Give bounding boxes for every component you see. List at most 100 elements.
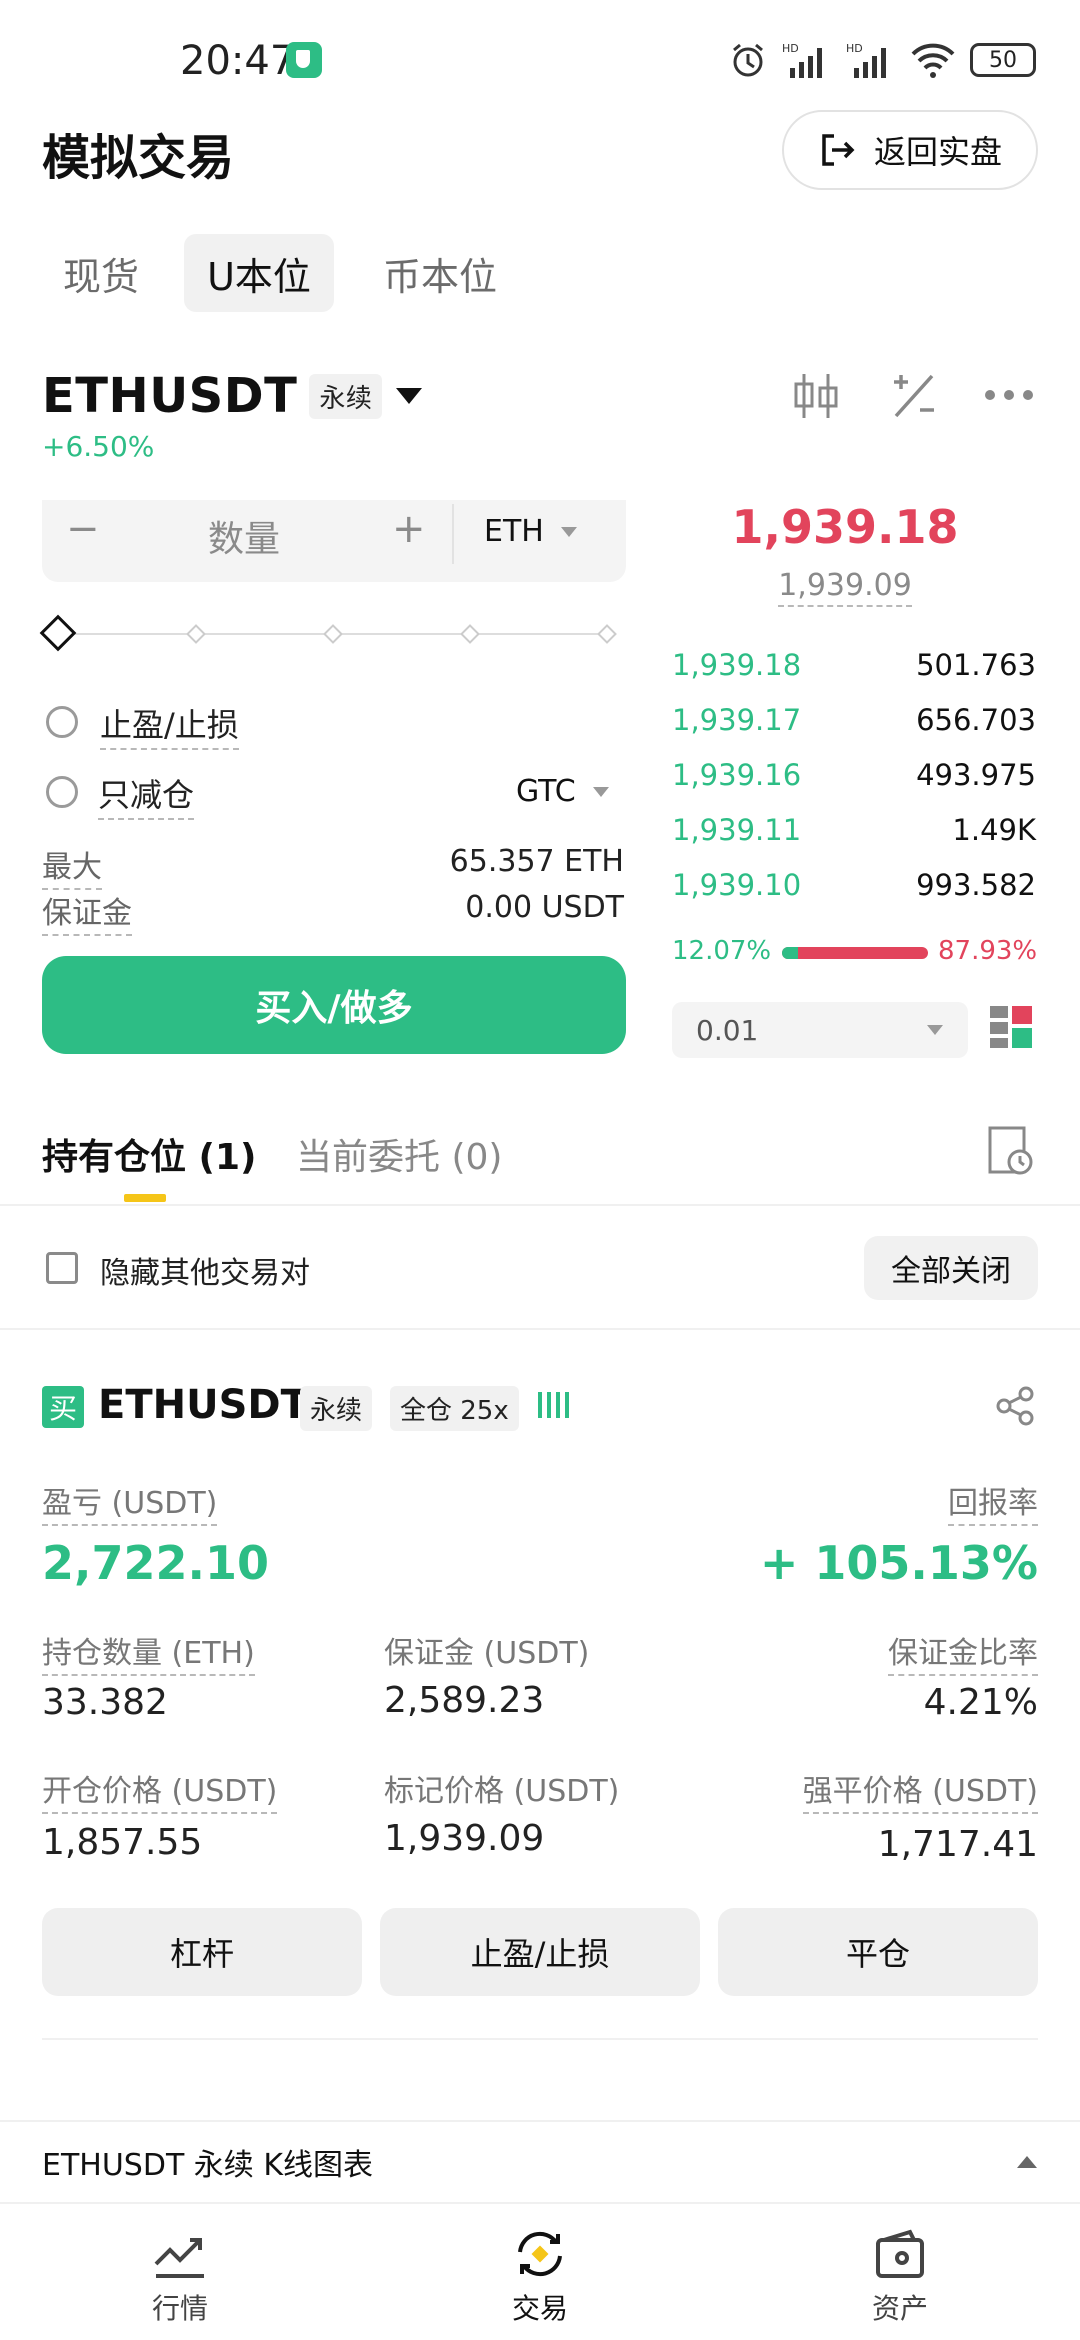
kline-chart-toggle[interactable]: ETHUSDT 永续 K线图表 [0, 2120, 1080, 2204]
reduce-only-label[interactable]: 只减仓 [98, 770, 195, 820]
bid-price: 1,939.18 [672, 648, 802, 682]
hide-other-pairs-checkbox[interactable] [46, 1252, 78, 1284]
share-icon[interactable] [996, 1386, 1036, 1426]
unit-select[interactable]: ETH [484, 514, 578, 549]
nav-assets[interactable]: 资产 [800, 2228, 1000, 2327]
tab-positions[interactable]: 持有仓位 (1) [42, 1128, 257, 1180]
margin-value: 0.00 USDT [465, 890, 624, 925]
symbol-name: ETHUSDT [42, 368, 298, 424]
bid-size: 656.703 [916, 703, 1036, 737]
orderbook-row[interactable]: 1,939.11 1.49K [672, 807, 1036, 853]
orderbook-row[interactable]: 1,939.10 993.582 [672, 862, 1036, 908]
tpsl-button[interactable]: 止盈/止损 [380, 1908, 700, 1996]
back-to-live-label: 返回实盘 [873, 133, 1002, 171]
nav-markets-label: 行情 [151, 2292, 208, 2325]
status-icons: HD HD 50 [728, 38, 1036, 82]
slider-step-50[interactable] [323, 624, 343, 644]
tab-coin-margined[interactable]: 币本位 [370, 234, 510, 312]
caret-down-icon [396, 388, 423, 404]
qty-minus-button[interactable]: − [66, 506, 100, 552]
caret-up-icon [1017, 2156, 1037, 2168]
history-icon[interactable] [988, 1126, 1034, 1176]
tpsl-label[interactable]: 止盈/止损 [100, 700, 239, 750]
mark-price[interactable]: 1,939.09 [660, 568, 1030, 607]
bid-size: 493.975 [916, 758, 1036, 792]
roe-label: 回报率 [948, 1478, 1038, 1526]
nav-assets-label: 资产 [871, 2292, 928, 2325]
mark-price-value: 1,939.09 [778, 568, 912, 607]
margin-ratio-label: 保证金比率 [888, 1628, 1038, 1676]
last-price: 1,939.18 [731, 500, 959, 554]
orderbook-row[interactable]: 1,939.16 493.975 [672, 752, 1036, 798]
nav-markets[interactable]: 行情 [80, 2228, 280, 2327]
divider [42, 2038, 1038, 2040]
more-icon[interactable] [984, 388, 1034, 402]
close-position-button[interactable]: 平仓 [718, 1908, 1038, 1996]
pnl-value: 2,722.10 [42, 1536, 269, 1590]
candlestick-chart-icon[interactable] [792, 370, 840, 422]
slider-step-25[interactable] [186, 624, 206, 644]
margin-label: 保证金 (USDT) [384, 1636, 590, 1671]
back-to-live-button[interactable]: 返回实盘 [782, 110, 1038, 190]
qty-plus-button[interactable]: + [392, 506, 426, 552]
page-title: 模拟交易 [42, 130, 235, 186]
quantity-stepper[interactable]: − 数量 + ETH [42, 500, 626, 582]
quantity-input[interactable]: 数量 [208, 510, 280, 562]
tab-open-orders[interactable]: 当前委托 (0) [296, 1128, 502, 1180]
slider-step-75[interactable] [460, 624, 480, 644]
entry-price-label: 开仓价格 (USDT) [42, 1766, 278, 1814]
liq-price-value: 1,717.41 [877, 1824, 1038, 1865]
caret-down-icon [927, 1025, 943, 1035]
tab-spot[interactable]: 现货 [42, 234, 160, 312]
tab-indicator [124, 1194, 166, 1202]
risk-bars-icon [538, 1392, 569, 1418]
kline-chart-label: ETHUSDT 永续 K线图表 [42, 2148, 374, 2183]
pnl-label: 盈亏 (USDT) [42, 1478, 218, 1526]
price-step-value: 0.01 [696, 1013, 759, 1047]
tif-label: GTC [516, 774, 576, 809]
status-time: 20:47 [180, 38, 296, 84]
bid-size: 993.582 [916, 868, 1036, 902]
bid-price: 1,939.11 [672, 813, 802, 847]
time-in-force-select[interactable]: GTC [516, 774, 610, 809]
position-mode-badge: 全仓 25x [390, 1386, 519, 1431]
trade-swap-icon [518, 2231, 562, 2277]
caret-down-icon [560, 526, 577, 537]
leverage-button[interactable]: 杠杆 [42, 1908, 362, 1996]
battery-icon: 50 [970, 43, 1036, 77]
size-value: 33.382 [42, 1682, 168, 1723]
svg-text:HD: HD [846, 42, 863, 55]
orderbook-row[interactable]: 1,939.18 501.763 [672, 642, 1036, 688]
nav-trade[interactable]: 交易 [440, 2228, 640, 2327]
tab-usdt-margined[interactable]: U本位 [184, 234, 334, 312]
signal-icon: HD [782, 42, 822, 78]
chart-trend-icon [154, 2238, 204, 2278]
calculator-icon[interactable] [890, 372, 938, 420]
slider-thumb[interactable] [39, 614, 77, 652]
position-type-badge: 永续 [300, 1386, 373, 1431]
orderbook-row[interactable]: 1,939.17 656.703 [672, 697, 1036, 743]
buy-long-button[interactable]: 买入/做多 [42, 956, 626, 1054]
max-label: 最大 [42, 842, 102, 890]
mark-price-label: 标记价格 (USDT) [384, 1774, 620, 1809]
max-value: 65.357 ETH [449, 844, 624, 879]
exit-icon [822, 134, 855, 166]
bid-price: 1,939.10 [672, 868, 802, 902]
caret-down-icon [592, 786, 609, 797]
signal-icon-2: HD [846, 42, 886, 78]
position-symbol: ETHUSDT [98, 1382, 308, 1428]
tpsl-radio[interactable] [46, 706, 78, 738]
price-step-select[interactable]: 0.01 [672, 1002, 968, 1058]
bid-size: 1.49K [952, 813, 1036, 847]
close-all-button[interactable]: 全部关闭 [864, 1236, 1038, 1300]
symbol-selector[interactable]: ETHUSDT 永续 [42, 368, 424, 424]
reduce-only-radio[interactable] [46, 776, 78, 808]
bid-price: 1,939.17 [672, 703, 802, 737]
sell-ratio: 87.93% [938, 936, 1038, 966]
margin-value: 2,589.23 [384, 1680, 545, 1721]
orderbook-layout-icon[interactable] [990, 1006, 1034, 1050]
bottom-nav: 行情 交易 资产 [0, 2206, 1080, 2340]
wallet-icon [876, 2229, 924, 2278]
slider-step-100[interactable] [597, 624, 617, 644]
mark-price-value: 1,939.09 [384, 1818, 545, 1859]
